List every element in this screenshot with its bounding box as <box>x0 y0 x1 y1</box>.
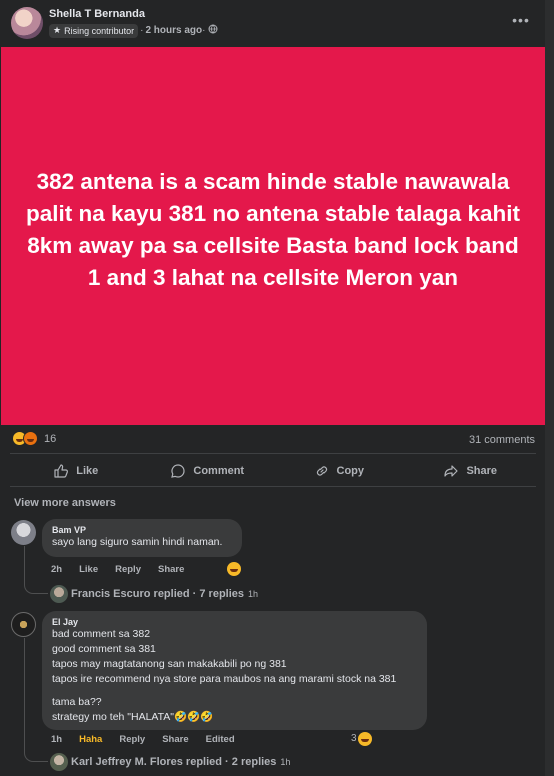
comment-reaction-count[interactable]: 3 <box>351 733 357 744</box>
commenter-avatar[interactable] <box>11 520 36 545</box>
divider <box>10 453 536 454</box>
replies-age: 1h <box>248 589 259 599</box>
copy-label: Copy <box>336 464 365 477</box>
comment-text-line: strategy mo teh "HALATA"🤣🤣🤣 <box>52 711 214 723</box>
view-replies-link[interactable]: Francis Escuro replied · 7 replies 1h <box>71 588 258 600</box>
comment-label: Comment <box>193 464 245 477</box>
post-action-bar: Like Comment Copy Share <box>10 455 536 486</box>
view-replies-link[interactable]: Karl Jeffrey M. Flores replied · 2 repli… <box>71 756 290 768</box>
comment-text-line: tapos may magtatanong san makakabili po … <box>52 658 287 670</box>
haha-icon[interactable] <box>358 732 372 746</box>
globe-icon <box>208 24 218 37</box>
reaction-count: 16 <box>44 432 57 445</box>
comment-share-button[interactable]: Share <box>162 734 188 745</box>
post-time[interactable]: 2 hours ago <box>145 25 202 36</box>
post-meta: ★ Rising contributor · 2 hours ago · <box>49 23 218 38</box>
reaction-summary[interactable]: 16 <box>12 431 56 446</box>
share-icon <box>444 464 459 477</box>
comment-button[interactable]: Comment <box>142 455 274 486</box>
replies-summary: Karl Jeffrey M. Flores replied · 2 repli… <box>71 756 277 768</box>
comment-text: sayo lang siguro samin hindi naman. <box>52 536 223 548</box>
author-avatar[interactable] <box>11 7 43 39</box>
comment-text-line: good comment sa 381 <box>52 643 156 655</box>
comment-share-button[interactable]: Share <box>158 564 184 575</box>
comment-reply-button[interactable]: Reply <box>115 564 141 575</box>
comment-text-line: tapos ire recommend nya store para maubo… <box>52 673 397 685</box>
like-label: Like <box>76 464 99 477</box>
more-options-button[interactable]: ••• <box>511 13 531 29</box>
comment-age[interactable]: 1h <box>51 734 62 745</box>
share-label: Share <box>466 464 498 477</box>
share-button[interactable]: Share <box>405 455 537 486</box>
post-header: Shella T Bernanda ★ Rising contributor ·… <box>0 0 554 46</box>
divider <box>10 486 536 487</box>
meta-separator: · <box>140 25 144 36</box>
comments-count[interactable]: 31 comments <box>469 434 535 446</box>
author-name[interactable]: Shella T Bernanda <box>49 8 145 20</box>
rising-contributor-badge[interactable]: ★ Rising contributor <box>49 23 139 38</box>
post-body-text: 382 antena is a scam hinde stable nawawa… <box>26 169 520 290</box>
thread-line <box>24 546 48 594</box>
view-more-answers-link[interactable]: View more answers <box>14 497 116 509</box>
edited-label: Edited <box>205 734 235 745</box>
comment-icon <box>171 463 185 478</box>
comment-age[interactable]: 2h <box>51 564 62 575</box>
replier-avatar[interactable] <box>50 753 68 771</box>
comment-reply-button[interactable]: Reply <box>119 734 145 745</box>
meta-separator: · <box>202 25 206 36</box>
like-button[interactable]: Like <box>10 455 142 486</box>
commenter-name[interactable]: Bam VP <box>52 525 232 535</box>
replies-summary: Francis Escuro replied · 7 replies <box>71 588 245 600</box>
replier-avatar[interactable] <box>50 585 68 603</box>
comment-bubble: Bam VP sayo lang siguro samin hindi nama… <box>42 519 242 557</box>
replies-age: 1h <box>280 757 291 767</box>
scrollbar[interactable] <box>545 0 554 776</box>
post-card: Shella T Bernanda ★ Rising contributor ·… <box>0 0 554 776</box>
comment-actions: 2h Like Reply Share <box>51 564 201 575</box>
haha-icon[interactable] <box>227 562 241 576</box>
comment-text-line: tama ba?? <box>52 696 102 708</box>
comment-text-line: bad comment sa 382 <box>52 628 151 640</box>
comment-bubble: El Jay bad comment sa 382 good comment s… <box>42 611 427 730</box>
comment-haha-button[interactable]: Haha <box>79 734 102 745</box>
star-icon: ★ <box>53 25 62 35</box>
link-icon <box>316 465 327 476</box>
more-horizontal-icon: ••• <box>512 12 530 28</box>
comment-actions: 1h Haha Reply Share Edited <box>51 734 252 745</box>
comment-like-button[interactable]: Like <box>79 564 98 575</box>
badge-label: Rising contributor <box>64 25 135 36</box>
copy-button[interactable]: Copy <box>273 455 405 486</box>
angry-icon <box>23 431 38 446</box>
post-text-background: 382 antena is a scam hinde stable nawawa… <box>1 47 545 425</box>
commenter-avatar[interactable] <box>11 612 36 637</box>
thumbs-up-icon <box>54 463 69 478</box>
commenter-name[interactable]: El Jay <box>52 617 417 627</box>
